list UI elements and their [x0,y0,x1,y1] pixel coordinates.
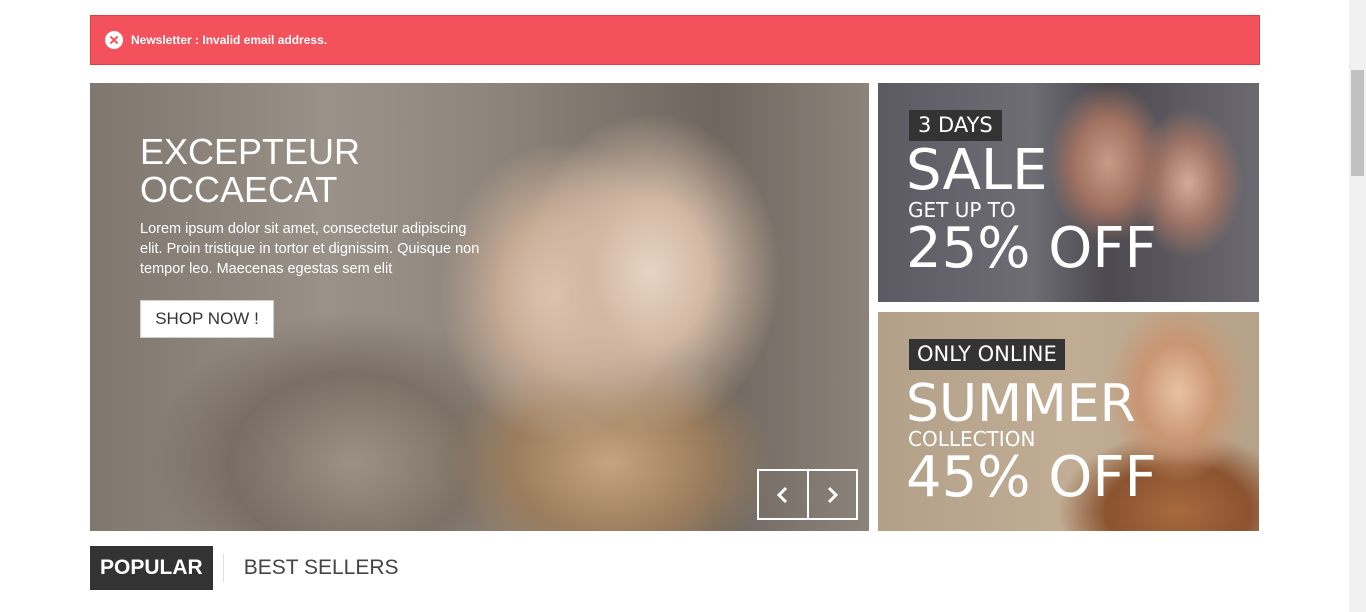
slider-arrows [757,469,858,520]
slider-description: Lorem ipsum dolor sit amet, consectetur … [140,221,480,277]
banner-tag: 3 DAYS [909,110,1002,141]
product-tabs: POPULAR BEST SELLERS [90,546,409,590]
banner-offer: 45% OFF [906,445,1157,510]
shop-now-button[interactable]: SHOP NOW ! [140,300,274,338]
newsletter-error-alert: Newsletter : Invalid email address. [90,15,1260,65]
alert-message: Newsletter : Invalid email address. [131,33,328,47]
slider-next-button[interactable] [806,471,857,518]
chevron-right-icon [828,486,839,503]
summer-banner[interactable]: ONLY ONLINE SUMMER COLLECTION 45% OFF [878,312,1259,531]
banner-headline: SUMMER [906,374,1136,434]
tab-divider [222,554,224,582]
slider-prev-button[interactable] [759,471,807,518]
banner-tag: ONLY ONLINE [909,339,1065,370]
hero-slider[interactable]: EXCEPTEUR OCCAECAT Lorem ipsum dolor sit… [90,83,869,531]
close-circle-icon [105,31,123,49]
banner-offer: 25% OFF [906,216,1157,281]
slider-title: EXCEPTEUR OCCAECAT [140,131,361,210]
tab-popular[interactable]: POPULAR [90,546,213,590]
tab-best-sellers[interactable]: BEST SELLERS [234,546,409,590]
sale-banner[interactable]: 3 DAYS SALE GET UP TO 25% OFF [878,83,1259,302]
banner-headline: SALE [906,138,1048,203]
scrollbar-thumb[interactable] [1351,70,1364,176]
chevron-left-icon [776,486,787,503]
page-scrollbar[interactable] [1349,0,1366,612]
